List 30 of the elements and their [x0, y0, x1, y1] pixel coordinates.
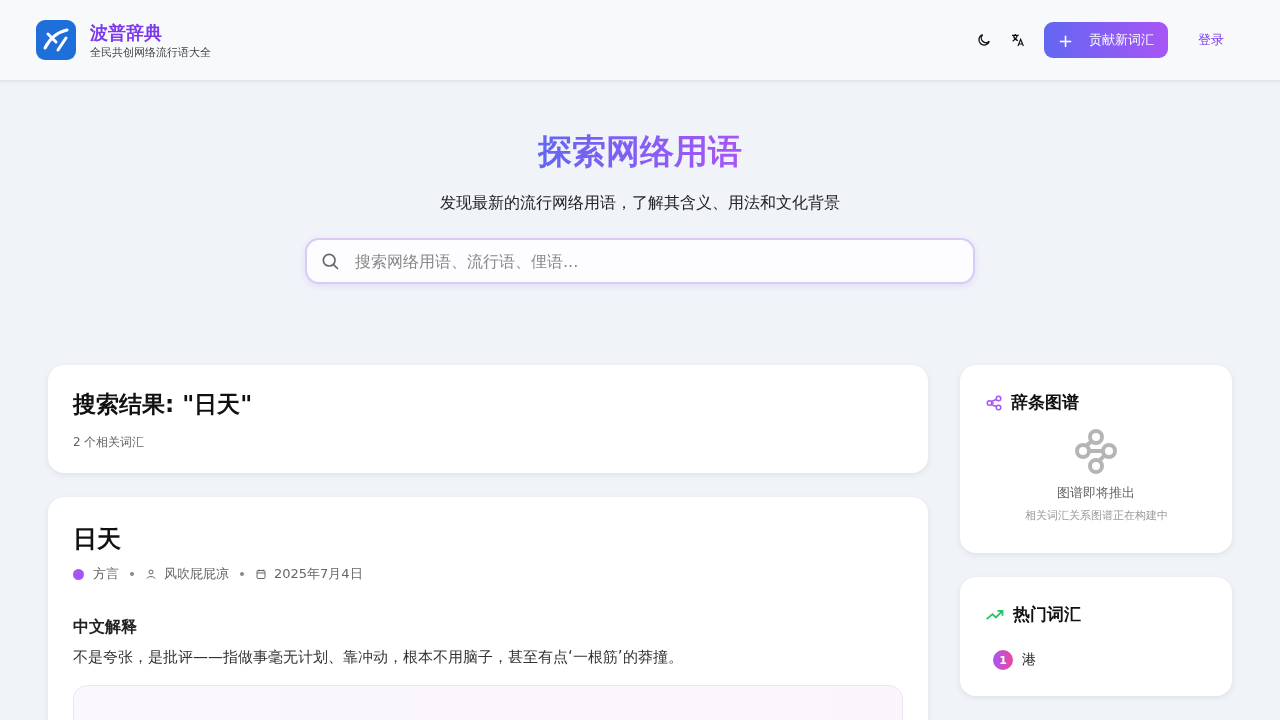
site-title[interactable]: 波普辞典: [90, 20, 211, 45]
separator-dot: [130, 572, 134, 576]
hero-subtitle: 发现最新的流行网络用语，了解其含义、用法和文化背景: [440, 193, 840, 214]
translate-icon[interactable]: [1009, 32, 1026, 48]
logo-icon[interactable]: [36, 20, 76, 60]
search-field[interactable]: 搜索网络用语、流行语、俚语...: [305, 238, 975, 284]
calendar-icon: [255, 568, 267, 580]
graph-note: 相关词汇关系图谱正在构建中: [1024, 508, 1168, 523]
site-tagline: 全民共创网络流行语大全: [90, 44, 211, 60]
login-link[interactable]: 登录: [1186, 31, 1236, 49]
graph-status: 图谱即将推出: [1057, 484, 1135, 502]
graph-icon: [1073, 428, 1119, 474]
card-title: 热门词汇: [1013, 603, 1081, 626]
chinese-definition: 不是夸张，是批评——指做事毫无计划、靠冲动，根本不用脑子，甚至有点‘一根筋’的莽撞。: [73, 648, 684, 667]
results-count: 2 个相关词汇: [73, 434, 146, 451]
graph-icon: [985, 393, 1003, 412]
author-name: 风吹屁屁凉: [164, 565, 229, 583]
rank-badge: 1: [993, 650, 1013, 670]
contribute-button[interactable]: + 贡献新词汇: [1043, 22, 1168, 58]
moon-icon[interactable]: [975, 32, 992, 48]
category-label: 方言: [93, 565, 119, 583]
results-title: 搜索结果: "日天": [73, 390, 254, 419]
card-title: 辞条图谱: [1011, 391, 1079, 414]
trending-word[interactable]: 港: [1022, 651, 1036, 669]
entry-date: 2025年7月4日: [274, 565, 363, 583]
separator-dot: [240, 572, 244, 576]
word-title[interactable]: 日天: [73, 523, 903, 555]
user-icon: [145, 568, 157, 580]
search-icon: [320, 251, 340, 271]
section-heading: 中文解释: [73, 617, 138, 638]
